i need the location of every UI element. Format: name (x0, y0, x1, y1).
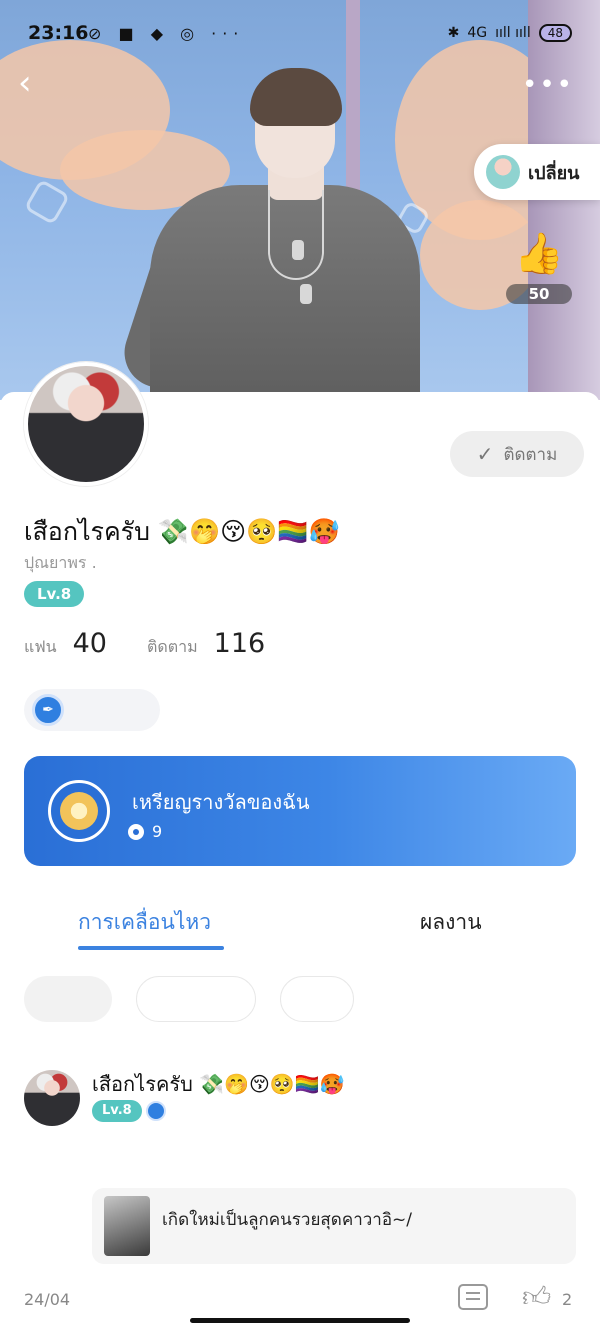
more-dots-icon: ••• (521, 70, 574, 100)
like-button[interactable]: 👍 50 (506, 232, 572, 304)
character-necklace (268, 190, 324, 280)
post-author[interactable]: เสือกไรครับ 💸🤭😚🥺🏳️‍🌈🥵 (92, 1068, 345, 1100)
medal-card[interactable]: เหรียญรางวัลของฉัน 9 (24, 756, 576, 866)
coin-icon (128, 823, 144, 840)
signal-icon: ııll ııll (495, 25, 531, 41)
post-like-count: 2 (562, 1290, 573, 1309)
profile-subname: ปุณยาพร . (24, 553, 97, 572)
follow-button[interactable]: ✓ ติดตาม (450, 431, 584, 477)
stat-value: 40 (72, 628, 107, 659)
filter-chip[interactable] (136, 976, 256, 1022)
follow-label: ติดตาม (503, 444, 558, 465)
post-level-badge: Lv.8 (92, 1100, 142, 1122)
filter-chip[interactable] (280, 976, 354, 1022)
battery-icon: 48 (538, 24, 572, 42)
character-hair (250, 68, 342, 126)
stat-label: ติดตาม (146, 637, 198, 656)
comment-icon[interactable] (458, 1284, 488, 1310)
necklace-tag (292, 240, 304, 260)
status-notification-icons: ⊘ ■ ◆ ◎ ··· (88, 24, 245, 43)
medal-count: 9 (128, 822, 162, 841)
profile-banner (0, 0, 600, 400)
tab-active-indicator (78, 946, 224, 950)
status-bar: 23:16 ⊘ ■ ◆ ◎ ··· ✱ 4G ııll ııll 48 (0, 0, 600, 60)
post-date: 24/04 (24, 1290, 71, 1309)
switch-avatar (486, 155, 520, 189)
pen-nib-icon (146, 1101, 166, 1121)
pen-nib-icon: ✒ (32, 694, 64, 726)
stat-fans[interactable]: แฟน 40 (24, 628, 107, 660)
medal-icon (48, 780, 110, 842)
tab-bar: การเคลื่อนไหว ผลงาน (0, 890, 600, 954)
tab-works[interactable]: ผลงาน (420, 906, 482, 939)
quoted-work-card[interactable]: เกิดใหม่เป็นลูกคนรวยสุดคาวาอิ~/ (92, 1188, 576, 1264)
status-time: 23:16 (28, 22, 89, 44)
thumbs-up-outline-icon[interactable]: 👍︎ (522, 1280, 551, 1314)
banner-hexagon (23, 178, 71, 226)
filter-chip[interactable] (24, 976, 112, 1022)
switch-character-button[interactable]: เปลี่ยน (474, 144, 600, 200)
quoted-work-thumbnail (104, 1196, 150, 1256)
status-right-group: ✱ 4G ııll ııll 48 (448, 24, 572, 42)
network-type: 4G (467, 25, 488, 41)
profile-name: เสือกไรครับ 💸🤭😚🥺🏳️‍🌈🥵 (24, 517, 340, 546)
more-button[interactable]: ••• (522, 70, 574, 100)
chevron-left-icon: ‹ (18, 63, 32, 103)
post-footer: 24/04 👍︎ 2 (24, 1280, 576, 1320)
post-avatar[interactable] (24, 1070, 80, 1126)
back-button[interactable]: ‹ (18, 66, 54, 102)
switch-label: เปลี่ยน (528, 162, 580, 184)
bluetooth-icon: ✱ (447, 25, 460, 41)
stat-following[interactable]: ติดตาม 116 (147, 628, 265, 660)
level-badge: Lv.8 (24, 581, 85, 607)
medal-title: เหรียญรางวัลของฉัน (132, 790, 310, 814)
banner-pillar (528, 0, 600, 400)
creator-badge[interactable]: ✒ (24, 689, 160, 731)
stat-label: แฟน (24, 637, 57, 656)
necklace-tag (300, 284, 312, 304)
tab-activity[interactable]: การเคลื่อนไหว (78, 906, 211, 939)
medal-inner (60, 792, 98, 830)
avatar[interactable] (24, 362, 148, 486)
check-icon: ✓ (476, 442, 494, 466)
stat-value: 116 (213, 628, 266, 659)
like-count: 50 (506, 284, 572, 304)
home-indicator[interactable] (190, 1318, 410, 1323)
thumbs-up-icon: 👍 (514, 231, 564, 277)
medal-count-value: 9 (152, 822, 163, 841)
profile-stats: แฟน 40 ติดตาม 116 (24, 628, 265, 660)
quoted-work-title: เกิดใหม่เป็นลูกคนรวยสุดคาวาอิ~/ (162, 1210, 413, 1230)
filter-row (0, 954, 600, 1044)
